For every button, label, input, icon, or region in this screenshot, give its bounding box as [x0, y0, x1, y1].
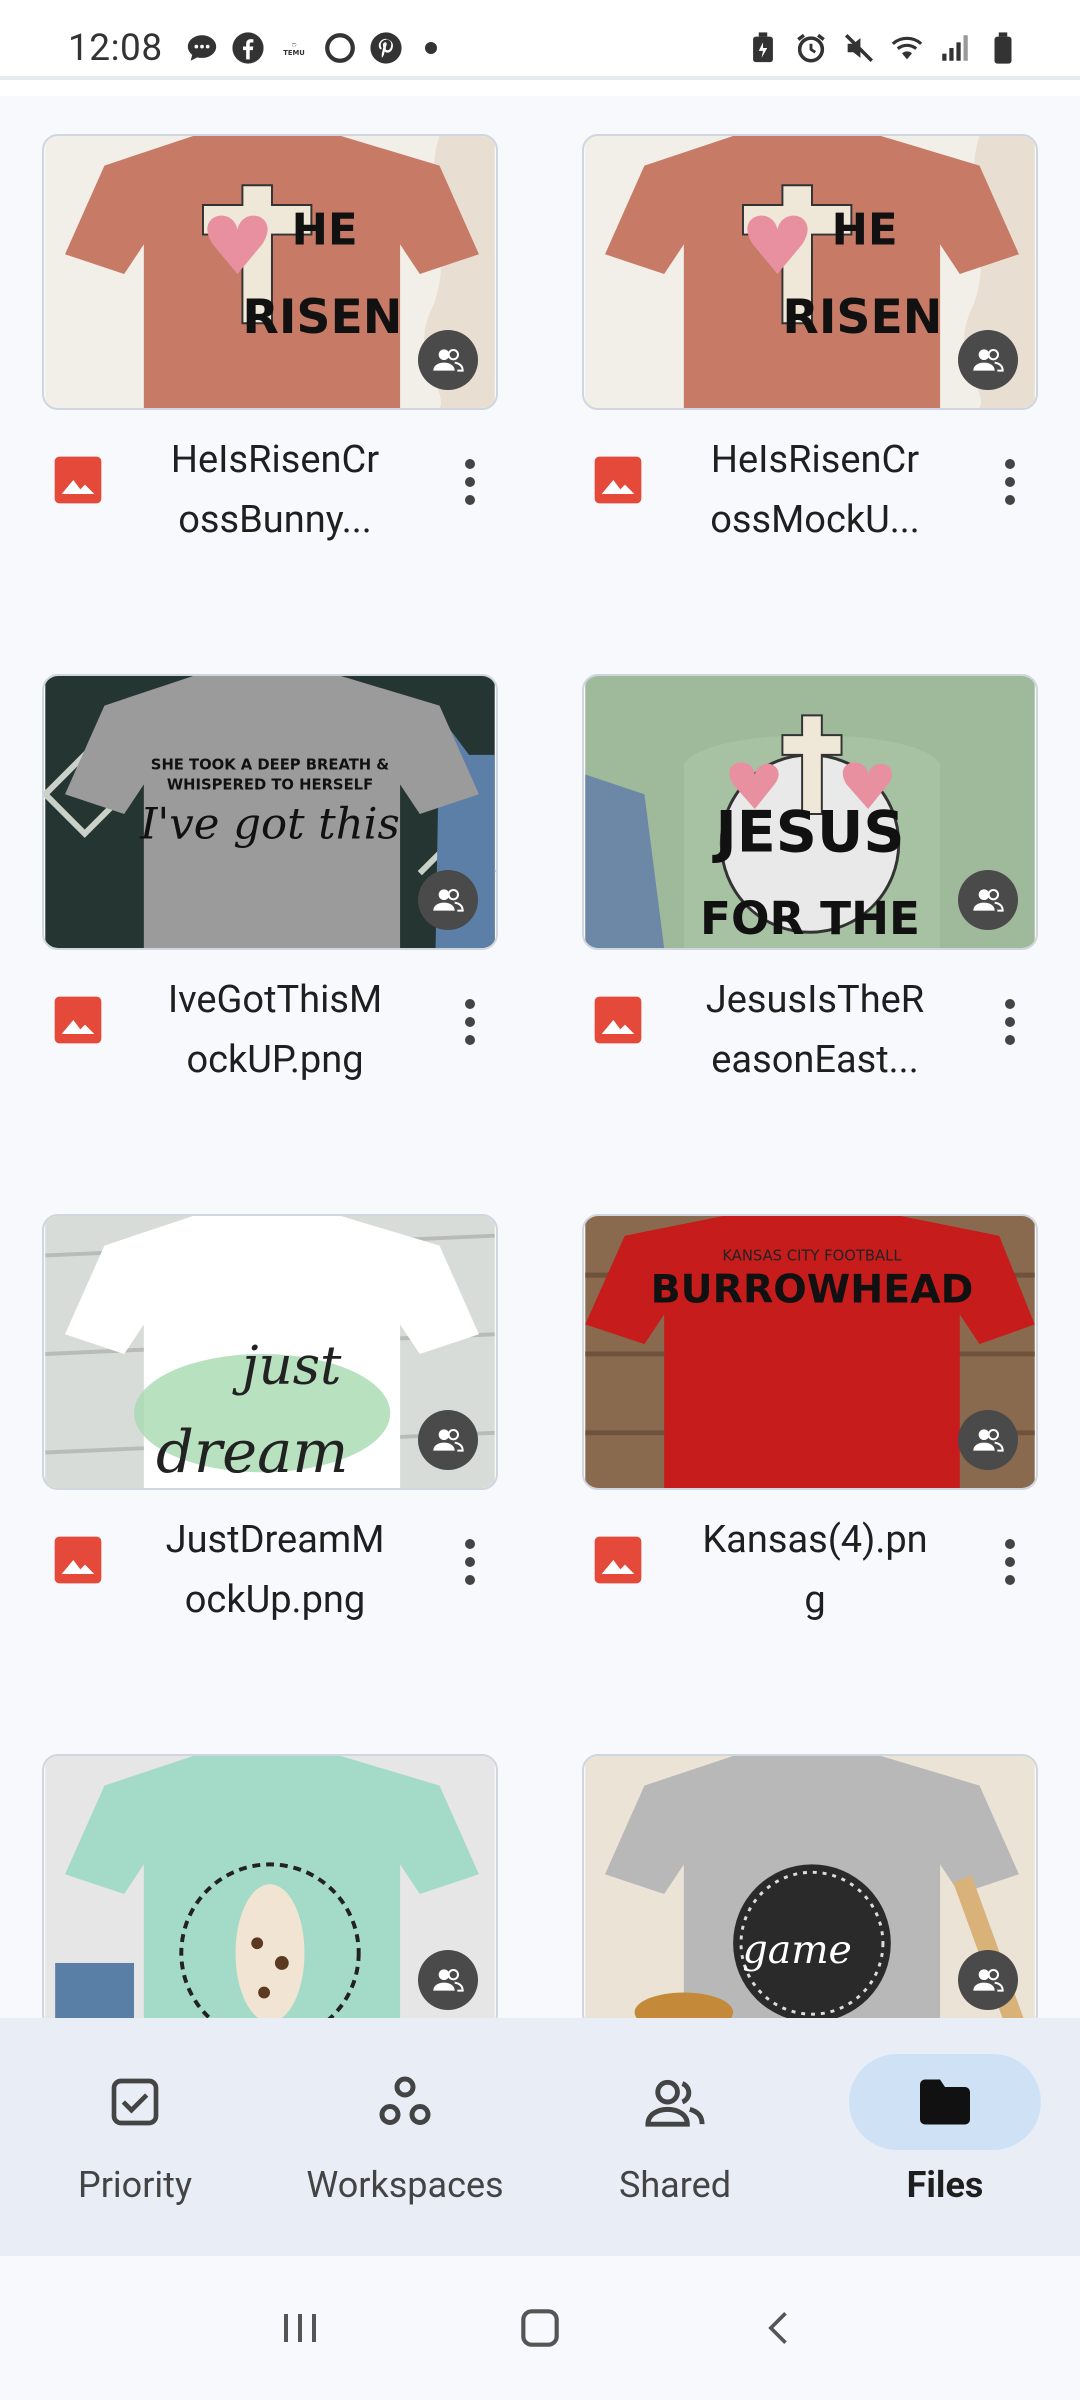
svg-text:FOR THE: FOR THE [700, 892, 920, 945]
file-name: IveGotThisM ockUP.png [167, 978, 383, 1082]
file-thumbnail[interactable]: SHE TOOK A DEEP BREATH & WHISPERED TO HE… [42, 674, 498, 950]
shared-people-icon [418, 1410, 478, 1470]
folder-icon [920, 2079, 970, 2125]
file-name: Kansas(4).pn g [702, 1518, 928, 1622]
file-card[interactable]: HE RISEN HeIsRisenCr ossBunny... [42, 134, 498, 542]
shared-people-icon [418, 1950, 478, 2010]
battery-icon [986, 31, 1020, 65]
chat-icon [185, 31, 219, 65]
image-file-icon [54, 456, 102, 504]
file-card[interactable]: JESUS FOR THE JesusIsTheR easonEast... [582, 674, 1038, 1082]
shared-people-icon [958, 870, 1018, 930]
svg-text:WHISPERED TO HERSELF: WHISPERED TO HERSELF [167, 776, 373, 793]
svg-text:RISEN: RISEN [242, 290, 402, 345]
file-thumbnail[interactable]: HE RISEN [42, 134, 498, 410]
svg-text:dream: dream [156, 1417, 348, 1486]
status-time: 12:08 [68, 26, 163, 70]
svg-text:JESUS: JESUS [712, 799, 905, 865]
svg-text:I've got this: I've got this [139, 800, 400, 850]
file-thumbnail[interactable]: just dream [42, 1214, 498, 1490]
svg-text:just: just [232, 1335, 342, 1397]
svg-text:game: game [742, 1927, 851, 1973]
shared-people-icon [645, 2079, 705, 2127]
shared-people-icon [958, 330, 1018, 390]
system-navigation-bar [0, 2256, 1080, 2400]
signal-icon [938, 31, 972, 65]
image-file-icon [54, 1536, 102, 1584]
file-name: JesusIsTheR easonEast... [705, 978, 925, 1082]
file-card[interactable]: just dream JustDreamM ockUp.png [42, 1214, 498, 1622]
nav-priority[interactable]: Priority [0, 2018, 270, 2256]
file-thumbnail[interactable]: KANSAS CITY FOOTBALL BURROWHEAD [582, 1214, 1038, 1490]
svg-text:KANSAS CITY FOOTBALL: KANSAS CITY FOOTBALL [722, 1247, 902, 1264]
top-divider [0, 76, 1080, 80]
home-icon[interactable] [500, 2288, 580, 2368]
file-card[interactable]: KANSAS CITY FOOTBALL BURROWHEAD Kansas(4… [582, 1214, 1038, 1622]
svg-text:BURROWHEAD: BURROWHEAD [651, 1267, 974, 1313]
image-file-icon [594, 456, 642, 504]
more-options-icon[interactable] [450, 454, 490, 510]
back-icon[interactable] [740, 2288, 820, 2368]
priority-check-icon [111, 2078, 159, 2126]
workspaces-icon [379, 2076, 431, 2126]
nav-label: Workspaces [306, 2164, 504, 2206]
battery-saver-icon [746, 31, 780, 65]
nav-label: Priority [78, 2164, 192, 2206]
shared-people-icon [418, 330, 478, 390]
file-thumbnail[interactable]: JESUS FOR THE [582, 674, 1038, 950]
pinterest-icon [369, 31, 403, 65]
image-file-icon [594, 1536, 642, 1584]
file-thumbnail[interactable]: game [582, 1754, 1038, 2018]
status-bar: 12:08 ﻿ෆ﻿ TEMU [0, 0, 1080, 96]
file-name: HeIsRisenCr ossBunny... [170, 438, 380, 542]
svg-text:SHE TOOK A DEEP BREATH &: SHE TOOK A DEEP BREATH & [151, 757, 389, 774]
nav-shared[interactable]: Shared [540, 2018, 810, 2256]
mute-icon [842, 31, 876, 65]
nav-label: Shared [618, 2164, 732, 2206]
image-file-icon [54, 996, 102, 1044]
facebook-icon [231, 31, 265, 65]
shared-people-icon [958, 1410, 1018, 1470]
svg-text:RISEN: RISEN [782, 290, 942, 345]
files-grid: HE RISEN HeIsRisenCr ossBunny... HE RISE… [0, 96, 1080, 2018]
nav-files[interactable]: Files [810, 2018, 1080, 2256]
image-file-icon [594, 996, 642, 1044]
bottom-navigation: Priority Workspaces Shared Files [0, 2018, 1080, 2256]
temu-icon: ෆ﻿ TEMU [277, 31, 311, 65]
file-thumbnail[interactable] [42, 1754, 498, 2018]
nav-workspaces[interactable]: Workspaces [270, 2018, 540, 2256]
more-options-icon[interactable] [450, 994, 490, 1050]
recents-icon[interactable] [260, 2288, 340, 2368]
file-name: JustDreamM ockUp.png [165, 1518, 385, 1622]
file-name: HeIsRisenCr ossMockU... [710, 438, 920, 542]
shared-people-icon [418, 870, 478, 930]
file-card[interactable] [42, 1754, 498, 2018]
svg-text:TEMU: TEMU [283, 49, 305, 57]
alarm-icon [794, 31, 828, 65]
more-options-icon[interactable] [990, 994, 1030, 1050]
more-options-icon[interactable] [450, 1534, 490, 1590]
file-card[interactable]: game [582, 1754, 1038, 2018]
svg-text:ෆ: ෆ [291, 40, 296, 48]
svg-text:HE: HE [292, 205, 358, 255]
more-options-icon[interactable] [990, 454, 1030, 510]
wifi-icon [890, 31, 924, 65]
shared-people-icon [958, 1950, 1018, 2010]
threads-icon [323, 31, 357, 65]
file-thumbnail[interactable]: HE RISEN [582, 134, 1038, 410]
more-options-icon[interactable] [990, 1534, 1030, 1590]
file-card[interactable]: SHE TOOK A DEEP BREATH & WHISPERED TO HE… [42, 674, 498, 1082]
file-card[interactable]: HE RISEN HeIsRisenCr ossMockU... [582, 134, 1038, 542]
svg-text:HE: HE [832, 205, 898, 255]
nav-label: Files [906, 2164, 984, 2206]
notification-dot-icon [424, 42, 437, 54]
